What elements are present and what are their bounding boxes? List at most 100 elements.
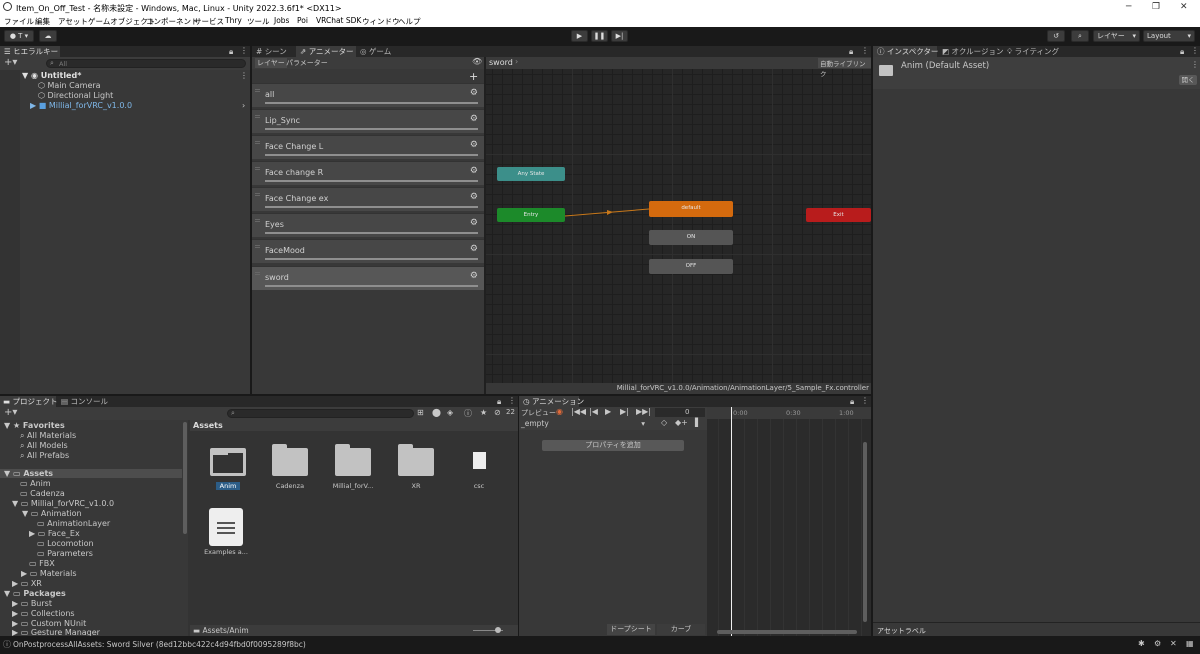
gear-icon[interactable]: ⚙ [470, 88, 478, 98]
layer-row[interactable]: Lip_Sync ⚙ [252, 109, 484, 133]
add-icon[interactable]: +▾ [4, 57, 17, 68]
gear-icon[interactable]: ⚙ [470, 271, 478, 281]
grid-breadcrumb[interactable]: Assets [193, 421, 223, 430]
tab-scene[interactable]: # シーン [256, 46, 296, 57]
tree-scrollbar[interactable] [183, 422, 187, 534]
layer-row[interactable]: Face change R ⚙ [252, 161, 484, 185]
notification-icon[interactable]: ▦ [1186, 639, 1194, 648]
account-button[interactable]: ● T ▾ [4, 30, 34, 42]
more-icon[interactable]: ⋮ [1191, 60, 1199, 69]
pause-button[interactable]: ❚❚ [591, 30, 608, 42]
menu-assets[interactable]: アセット [58, 16, 88, 27]
next-key-icon[interactable]: ▶| [620, 407, 629, 416]
assets-header[interactable]: ▼ ▭ Assets [0, 469, 182, 478]
tree-folder[interactable]: ▭ Parameters [37, 549, 93, 558]
layer-row[interactable]: FaceMood ⚙ [252, 239, 484, 263]
filter-type-icon[interactable]: ⊞ [417, 408, 424, 417]
lock-icon[interactable]: 🔒︎ [497, 397, 501, 407]
weight-slider[interactable] [265, 154, 478, 156]
tree-folder[interactable]: ▼ ▭ Millial_forVRC_v1.0.0 [12, 499, 114, 508]
search-input[interactable]: ⌕ All [46, 59, 246, 68]
layer-row[interactable]: Face Change L ⚙ [252, 135, 484, 159]
label-icon[interactable]: ⬤ [432, 408, 441, 417]
scene-row[interactable]: ▼ ◉ Untitled* [22, 71, 81, 80]
asset-file[interactable]: Examples a... [196, 502, 256, 562]
playhead[interactable] [731, 407, 732, 636]
eye-icon[interactable]: 👁︎ [472, 57, 482, 66]
cloud-button[interactable]: ☁ [39, 30, 57, 42]
tree-folder[interactable]: ▶ ▭ Materials [21, 569, 76, 578]
menu-file[interactable]: ファイル [4, 16, 34, 27]
menu-jobs[interactable]: Jobs [274, 16, 289, 25]
package-item[interactable]: ▶ ▭ Custom NUnit [12, 619, 86, 628]
chevron-right-icon[interactable]: › [242, 101, 245, 110]
menu-edit[interactable]: 編集 [35, 16, 50, 27]
curves-tab[interactable]: カーブ [657, 624, 705, 635]
tree-folder[interactable]: ▶ ▭ Face_Ex [29, 529, 80, 538]
asset-folder[interactable]: XR [386, 436, 446, 496]
play-icon[interactable]: ▶ [605, 407, 611, 416]
preview-toggle[interactable]: プレビュー [521, 408, 556, 418]
weight-slider[interactable] [265, 180, 478, 182]
clip-dropdown[interactable]: _empty ▾ [521, 419, 645, 429]
drag-handle-icon[interactable] [255, 193, 260, 196]
last-key-icon[interactable]: ▶▶| [636, 407, 651, 416]
drag-handle-icon[interactable] [255, 141, 260, 144]
more-icon[interactable]: ⋮ [861, 396, 869, 405]
timeline-scrollbar[interactable] [863, 442, 867, 622]
asset-folder[interactable]: Millial_forV... [323, 436, 383, 496]
dopesheet-tab[interactable]: ドープシート [607, 624, 655, 635]
tab-occlusion[interactable]: ◩ オクルージョン [942, 46, 1003, 57]
alert-icon[interactable]: ⓘ [464, 408, 472, 419]
gear-icon[interactable]: ⚙ [470, 166, 478, 176]
layers-dropdown[interactable]: レイヤー ▾ [1093, 30, 1140, 42]
more-icon[interactable]: ⋮ [508, 396, 516, 405]
layer-row[interactable]: all ⚙ [252, 83, 484, 107]
tag-icon[interactable]: ◈ [447, 408, 453, 417]
maximize-icon[interactable]: ❐ [1152, 2, 1160, 12]
more-icon[interactable]: ⋮ [240, 71, 248, 80]
weight-slider[interactable] [265, 128, 478, 130]
hierarchy-item[interactable]: ⬡ Main Camera [38, 81, 101, 90]
tab-inspector[interactable]: ⓘ インスペクター [873, 46, 938, 57]
package-item[interactable]: ▶ ▭ Gesture Manager [12, 628, 100, 636]
gear-icon[interactable]: ⚙ [470, 218, 478, 228]
package-item[interactable]: ▶ ▭ Burst [12, 599, 52, 608]
gear-icon[interactable]: ⚙ [470, 244, 478, 254]
record-icon[interactable]: ◉ [556, 407, 563, 416]
layer-row[interactable]: Face Change ex ⚙ [252, 187, 484, 211]
hierarchy-item[interactable]: ▶ ■ Millial_forVRC_v1.0.0 [30, 101, 132, 110]
play-button[interactable]: ▶ [571, 30, 588, 42]
tree-folder[interactable]: ▶ ▭ XR [12, 579, 42, 588]
lock-icon[interactable]: 🔒︎ [850, 397, 854, 407]
prev-key-icon[interactable]: |◀ [589, 407, 598, 416]
menu-component[interactable]: コンポーネント [146, 16, 199, 27]
menu-window[interactable]: ウィンドウ [362, 16, 400, 27]
menu-tools[interactable]: ツール [247, 16, 270, 27]
weight-slider[interactable] [265, 258, 478, 260]
open-button[interactable]: 開く [1179, 75, 1197, 85]
weight-slider[interactable] [265, 285, 478, 287]
more-icon[interactable]: ⋮ [861, 46, 869, 55]
cache-icon[interactable]: ✕ [1170, 639, 1177, 648]
favorite-item[interactable]: ⌕ All Materials [20, 431, 76, 441]
step-button[interactable]: ▶| [611, 30, 628, 42]
menu-vrchat-sdk[interactable]: VRChat SDK [316, 16, 361, 25]
frame-field[interactable]: 0 [655, 408, 705, 417]
timeline[interactable]: 0:00 0:30 1:00 [707, 407, 871, 636]
lock-icon[interactable]: 🔒︎ [229, 47, 233, 57]
search-button[interactable]: ⌕ [1071, 30, 1089, 42]
drag-handle-icon[interactable] [255, 89, 260, 92]
add-property-button[interactable]: プロパティを追加 [542, 440, 684, 451]
drag-handle-icon[interactable] [255, 219, 260, 222]
tab-console[interactable]: ▤ コンソール [61, 396, 111, 407]
tree-folder[interactable]: ▭ Locomotion [37, 539, 94, 548]
debug-icon[interactable]: ✱ [1138, 639, 1145, 648]
status-message[interactable]: OnPostprocessAllAssets: Sword Silver (8e… [13, 640, 306, 649]
close-icon[interactable]: ✕ [1180, 2, 1188, 12]
weight-slider[interactable] [265, 102, 478, 104]
add-event-icon[interactable]: ◆+ [675, 418, 688, 427]
timeline-hscrollbar[interactable] [717, 630, 857, 634]
favorite-item[interactable]: ⌕ All Models [20, 441, 68, 451]
marker-icon[interactable]: ▌ [695, 418, 701, 427]
